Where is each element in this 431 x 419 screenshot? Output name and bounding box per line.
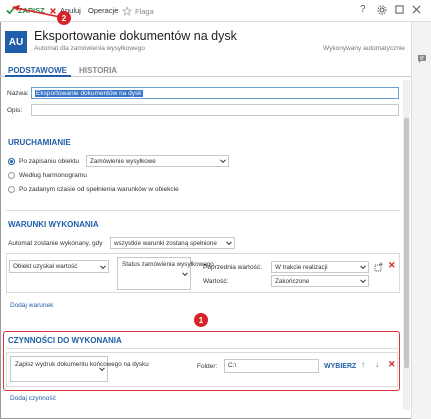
previous-value-select[interactable]: W trakcie realizacji: [271, 261, 369, 273]
chevron-down-icon: [226, 239, 232, 246]
action-type-value: Zapisz wydruk dokumentu końcowego na dys…: [15, 361, 149, 368]
value-label: Wartość:: [203, 278, 229, 285]
flag-button[interactable]: Flaga: [122, 6, 154, 16]
condition-field-select[interactable]: Status zamówienia wysyłkowego: [117, 257, 214, 290]
chevron-down-icon: [360, 277, 366, 284]
section-uruchamianie: URUCHAMIANIE: [8, 138, 71, 147]
name-label: Nazwa:: [7, 90, 29, 97]
close-window-button[interactable]: [412, 5, 421, 17]
radio-after-time-label: Po zadanym czasie od spełnienia warunków…: [19, 186, 179, 193]
annotation-badge-1: 1: [194, 313, 208, 327]
condition-row: [6, 253, 400, 293]
name-input[interactable]: Eksportowanie dokumentów na dysk: [31, 87, 399, 99]
flag-label: Flaga: [135, 6, 154, 16]
description-label: Opis:: [7, 107, 23, 114]
annotation-badge-2: 2: [57, 11, 71, 25]
help-icon: ?: [360, 4, 366, 15]
avatar: AU: [5, 31, 27, 53]
move-up-icon[interactable]: ↑: [361, 361, 365, 369]
chevron-down-icon: [360, 263, 366, 270]
conditions-mode-select[interactable]: wszystkie warunki zostaną spełnione: [110, 237, 235, 249]
flag-icon: [122, 6, 132, 16]
page-subtitle: Automat dla zamówienia wysyłkowego: [34, 45, 145, 52]
close-window-icon: [412, 5, 421, 14]
previous-value-label: Poprzednia wartość:: [203, 264, 262, 271]
conditions-mode-label: Automat zostanie wykonany, gdy: [8, 240, 103, 247]
section-warunki: WARUNKI WYKONANIA: [8, 220, 99, 229]
chevron-down-icon: [220, 157, 226, 164]
active-tab-indicator: [5, 75, 71, 77]
radio-after-save[interactable]: [8, 158, 15, 165]
scrollbar-thumb[interactable]: [404, 118, 409, 368]
operations-menu[interactable]: Operacje: [88, 6, 118, 15]
section-czynnosci: CZYNNOŚCI DO WYKONANIA: [8, 336, 122, 345]
folder-label: Folder:: [197, 363, 218, 370]
right-sidebar: [411, 22, 431, 419]
condition-field-value: Status zamówienia wysyłkowego: [122, 261, 214, 268]
delete-condition-icon[interactable]: ✕: [388, 261, 396, 270]
divider: [6, 348, 398, 349]
radio-after-time[interactable]: [8, 186, 15, 193]
object-type-select[interactable]: Zamówienie wysyłkowe: [86, 155, 229, 167]
gear-icon: [377, 5, 387, 15]
operations-label: Operacje: [88, 6, 119, 15]
move-down-icon[interactable]: ↓: [375, 361, 379, 369]
add-action-link[interactable]: Dodaj czynność: [10, 395, 56, 402]
chevron-down-icon: [100, 262, 106, 269]
value-select[interactable]: Zakończone: [271, 275, 369, 287]
add-condition-link[interactable]: Dodaj warunek: [10, 302, 53, 309]
page-title: Eksportowanie dokumentów na dysk: [34, 29, 237, 43]
value-value: Zakończone: [275, 278, 310, 285]
add-or-condition-icon[interactable]: [374, 262, 384, 272]
condition-type-select[interactable]: Obiekt uzyskał wartość: [9, 260, 109, 273]
delete-action-icon[interactable]: ✕: [388, 360, 396, 369]
conditions-mode-value: wszystkie warunki zostaną spełnione: [114, 240, 217, 247]
help-button[interactable]: ?: [360, 4, 366, 15]
radio-schedule[interactable]: [8, 172, 15, 179]
tab-podstawowe[interactable]: PODSTAWOWE: [8, 66, 67, 75]
radio-after-save-label: Po zapisaniu obiektu: [19, 158, 79, 165]
chevron-down-icon: [182, 269, 188, 276]
auto-execution-label: Wykonywany automatycznie: [323, 45, 405, 52]
name-input-value: Eksportowanie dokumentów na dysk: [35, 90, 143, 97]
maximize-icon: [395, 5, 404, 14]
maximize-button[interactable]: [395, 5, 404, 17]
previous-value-value: W trakcie realizacji: [275, 264, 328, 271]
action-type-select[interactable]: Zapisz wydruk dokumentu końcowego na dys…: [10, 356, 149, 382]
choose-folder-button[interactable]: WYBIERZ: [324, 363, 356, 370]
condition-type-value: Obiekt uzyskał wartość: [13, 263, 78, 270]
comment-icon[interactable]: [417, 54, 427, 64]
settings-button[interactable]: [377, 5, 387, 18]
tab-historia[interactable]: HISTORIA: [79, 66, 117, 75]
divider: [6, 210, 400, 211]
description-input[interactable]: [31, 104, 399, 116]
radio-schedule-label: Według harmonogramu: [19, 172, 87, 179]
folder-input[interactable]: C:\: [224, 359, 319, 373]
object-type-value: Zamówienie wysyłkowe: [90, 158, 156, 165]
